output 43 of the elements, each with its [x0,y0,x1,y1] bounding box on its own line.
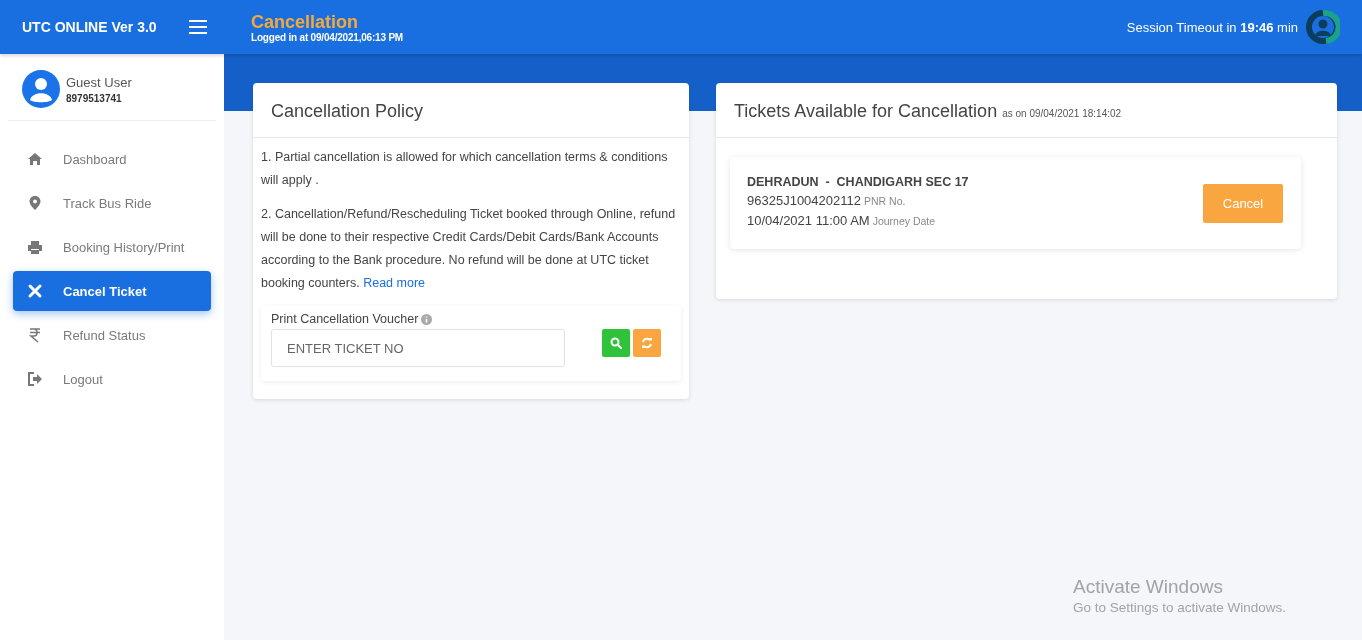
sidebar-item[interactable]: Logout [13,359,211,399]
session-timeout: Session Timeout in 19:46 min [1126,19,1298,35]
sidebar-item[interactable]: Dashboard [13,139,211,179]
rupee-icon [27,327,43,343]
menu-button[interactable] [188,19,208,35]
sidebar-item[interactable]: Booking History/Print [13,227,211,267]
policy-text: 2. Cancellation/Refund/Rescheduling Ticket booked through Online, refund will be done to their respective Credit Cards/Debit Cards/Bank Accounts according to the Bank procedure. No refund will be done at UTC ticket booking counters. Read more [261,206,677,292]
sidebar-item[interactable]: Cancel Ticket [13,271,211,311]
card-title: Tickets Available for Cancellation [734,101,998,122]
user-phone: 8979513741 [66,92,123,104]
pnr-number: 96325J1004202112 [747,192,861,210]
user-name: Guest User [66,74,132,90]
route-name: DEHRADUN - CHANDIGARH SEC 17 [747,175,969,189]
pnr-label: PNR No. [864,194,906,209]
close-icon [27,283,43,299]
app-title: UTC ONLINE Ver 3.0 [22,19,157,35]
refresh-icon [641,337,653,349]
journey-date: 10/04/2021 11:00 AM [747,212,870,230]
journey-date-label: Journey Date [872,214,936,229]
timestamp: as on 09/04/2021 18:14:02 [1002,108,1122,119]
profile-button[interactable] [1306,10,1340,44]
location-pin-icon [27,195,43,211]
menu-icon [188,19,208,35]
sidebar-item[interactable]: Track Bus Ride [13,183,211,223]
page-title: Cancellation [251,11,360,32]
info-icon [421,313,433,325]
profile-avatar-icon [1306,10,1340,44]
field-label: Print Cancellation Voucher [271,312,419,326]
printer-icon [27,239,43,255]
card-title: Cancellation Policy [271,101,424,122]
activation-notice-text: Go to Settings to activate Windows. [1073,600,1287,615]
search-icon [610,337,622,349]
user-avatar-icon [22,70,60,108]
activation-notice-title: Activate Windows [1073,576,1224,598]
sidebar-item[interactable]: Refund Status [13,315,211,355]
login-info: Logged in at 09/04/2021,06:13 PM [251,31,404,43]
refresh-button[interactable] [633,329,661,357]
home-icon [27,151,43,167]
ticket-number-field[interactable]: ENTER TICKET NO [271,329,565,367]
search-button[interactable] [602,329,630,357]
policy-text: 1. Partial cancellation is allowed for which cancellation terms & conditions will apply . [261,149,669,189]
logout-icon [27,371,43,387]
read-more-link[interactable]: Read more [363,276,425,290]
